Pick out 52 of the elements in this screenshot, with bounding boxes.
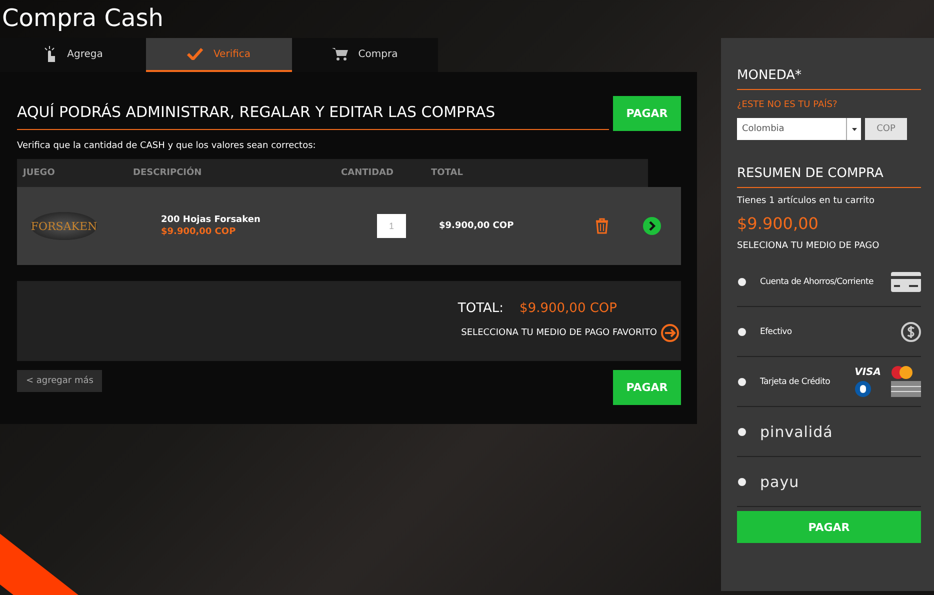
round-card-icon: [854, 381, 871, 397]
payment-method-title: SELECIONA TU MEDIO DE PAGO: [737, 241, 880, 251]
check-icon: [187, 48, 204, 60]
radio-button[interactable]: [738, 328, 746, 336]
pay-button[interactable]: PAGAR: [737, 511, 921, 543]
cart-icon: [332, 47, 348, 61]
cart-count-text: Tienes 1 artículos en tu carrito: [737, 196, 876, 206]
total-label: TOTAL:: [458, 300, 504, 316]
product-name: 200 Hojas Forsaken: [161, 215, 262, 225]
column-header: TOTAL: [431, 168, 464, 178]
payment-logo: payu: [760, 472, 800, 490]
product-price: $9.900,00 COP: [161, 227, 237, 237]
pay-button[interactable]: PAGAR: [613, 96, 681, 131]
hand-pointer-icon: [43, 46, 58, 62]
circles-card-icon: [891, 366, 913, 379]
back-link[interactable]: < agregar más: [17, 370, 102, 392]
arrow-circle-icon[interactable]: [643, 217, 661, 235]
payment-method-label: Efectivo: [760, 326, 793, 336]
quantity-field[interactable]: 1: [377, 214, 406, 238]
column-header: DESCRIPCIÓN: [133, 168, 203, 178]
payment-method-label: Cuenta de Ahorros/Corriente: [760, 276, 874, 286]
dollar-coin-icon: [901, 322, 921, 342]
country-link[interactable]: ¿ESTE NO ES TU PAÍS?: [737, 100, 921, 110]
section-heading: AQUÍ PODRÁS ADMINISTRAR, REGALAR Y EDITAR LAS COMPRAS: [17, 97, 609, 130]
radio-button[interactable]: [738, 478, 746, 486]
total-amount: $9.900,00 COP: [520, 300, 617, 316]
step-tab[interactable]: Verifica: [146, 38, 292, 72]
arrow-circle-icon[interactable]: [661, 324, 679, 342]
summary-amount: $9.900,00: [737, 214, 820, 233]
trash-icon[interactable]: [595, 218, 609, 234]
radio-button[interactable]: [738, 428, 746, 436]
payment-logo: pinvalidá: [760, 422, 834, 440]
column-header: CANTIDAD: [341, 168, 394, 178]
currency-title: MONEDA*: [737, 68, 921, 90]
payment-method-label: Tarjeta de Crédito: [760, 376, 832, 386]
step-tab[interactable]: Compra: [292, 38, 438, 72]
radio-button[interactable]: [738, 278, 746, 286]
country-select[interactable]: Colombia: [737, 118, 861, 140]
instruction-text: Verifica que la cantidad de CASH y que los valores sean correctos:: [17, 141, 317, 151]
striped-card-icon: [891, 381, 921, 397]
game-logo: FORSAKEN: [31, 212, 97, 240]
pay-button[interactable]: PAGAR: [613, 370, 681, 405]
card-brand: VISA: [854, 367, 881, 378]
page-title: Compra Cash: [1, 3, 164, 34]
currency-field: COP: [865, 118, 907, 140]
credit-card-icon: [891, 272, 921, 292]
column-header: JUEGO: [23, 168, 56, 178]
summary-title: RESUMEN DE COMPRA: [737, 166, 921, 188]
radio-button[interactable]: [738, 378, 746, 386]
row-total: $9.900,00 COP: [439, 221, 515, 231]
payment-hint: SELECCIONA TU MEDIO DE PAGO FAVORITO: [461, 328, 657, 338]
caret-icon: [852, 128, 856, 130]
